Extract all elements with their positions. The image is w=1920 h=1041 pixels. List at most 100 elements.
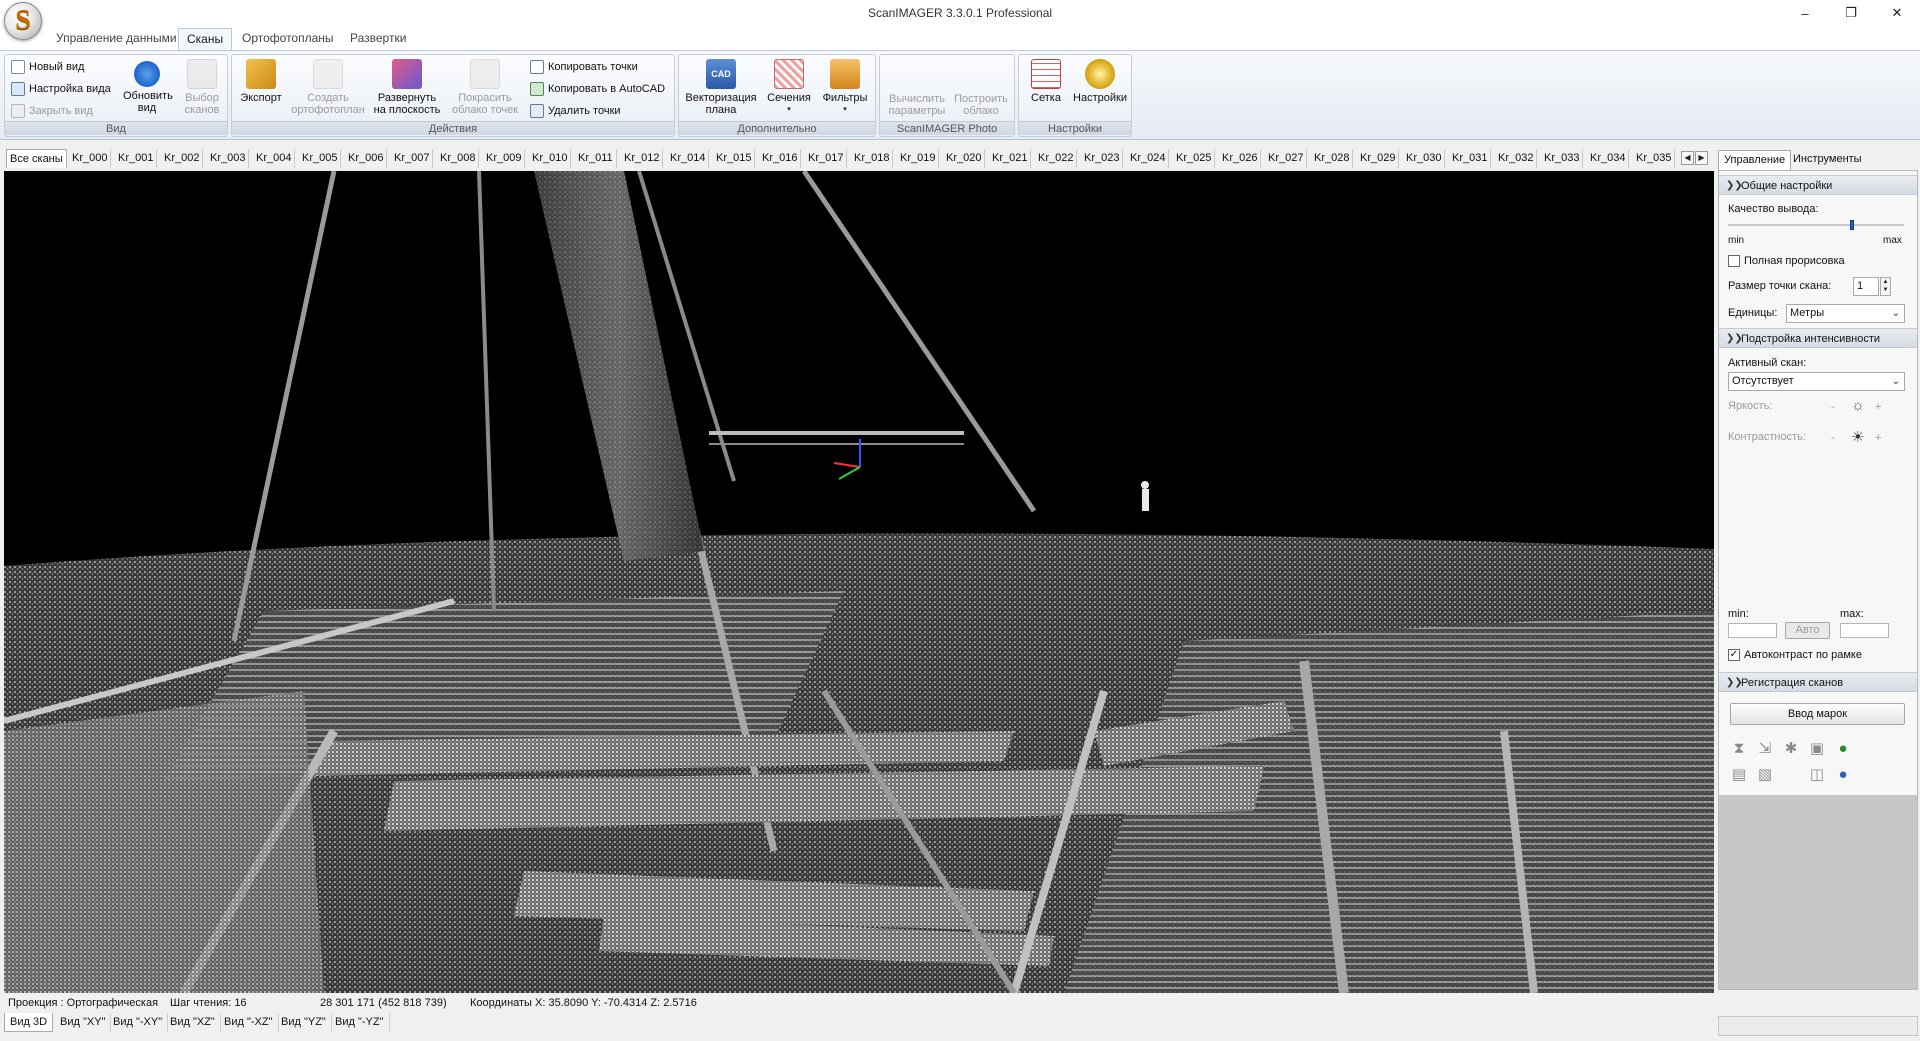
close-view-button[interactable]: Закрыть вид: [11, 101, 93, 121]
registration-tool-icon[interactable]: ▤: [1728, 763, 1750, 785]
scan-tab[interactable]: Kr_030: [1403, 149, 1446, 168]
scan-tab[interactable]: Kr_011: [575, 149, 617, 168]
scan-tab-all[interactable]: Все сканы: [6, 149, 67, 168]
brightness-plus[interactable]: +: [1875, 401, 1881, 413]
sections-button[interactable]: Сечения ▾: [763, 59, 815, 123]
scan-tab[interactable]: Kr_021: [989, 149, 1032, 168]
scan-tab[interactable]: Kr_019: [897, 149, 940, 168]
registration-tool-icon[interactable]: ⧗: [1728, 737, 1750, 759]
tab-orthophotos[interactable]: Ортофотопланы: [234, 28, 342, 50]
scan-tab[interactable]: Kr_006: [345, 149, 388, 168]
point-cloud-viewport[interactable]: [4, 171, 1714, 993]
scroll-right-icon[interactable]: ▶: [1695, 151, 1708, 165]
scan-tab[interactable]: Kr_029: [1357, 149, 1400, 168]
refresh-view-button[interactable]: Обновить вид: [121, 59, 173, 123]
tab-scans[interactable]: Сканы: [178, 28, 233, 50]
scan-tab[interactable]: Kr_018: [851, 149, 894, 168]
autocontrast-checkbox[interactable]: ✓ Автоконтраст по рамке: [1728, 649, 1862, 661]
color-cloud-button[interactable]: Покрасить облако точек: [446, 59, 524, 123]
tab-control[interactable]: Управление: [1718, 150, 1792, 170]
copy-autocad-button[interactable]: Копировать в AutoCAD: [530, 79, 665, 99]
save-icon[interactable]: ▣: [1806, 737, 1828, 759]
scan-tab[interactable]: Kr_002: [161, 149, 204, 168]
units-select[interactable]: Метры ⌄: [1786, 304, 1905, 323]
registration-tool-icon[interactable]: ◫: [1806, 763, 1828, 785]
scan-tab[interactable]: Kr_025: [1173, 149, 1216, 168]
registration-tool-icon[interactable]: ⇲: [1754, 737, 1776, 759]
tab-unfoldings[interactable]: Развертки: [342, 28, 414, 50]
registration-tool-icon[interactable]: ▧: [1754, 763, 1776, 785]
select-scans-button[interactable]: Выбор сканов: [177, 59, 227, 123]
close-button[interactable]: ✕: [1874, 0, 1920, 26]
scan-tab[interactable]: Kr_010: [529, 149, 572, 168]
delete-points-button[interactable]: Удалить точки: [530, 101, 621, 121]
scan-tab[interactable]: Kr_034: [1587, 149, 1630, 168]
contrast-plus[interactable]: +: [1875, 432, 1881, 444]
unfold-plane-button[interactable]: Развернуть на плоскость: [370, 59, 444, 123]
filters-button[interactable]: Фильтры ▾: [817, 59, 873, 123]
restore-button[interactable]: ❐: [1828, 0, 1874, 26]
scan-tab[interactable]: Kr_035: [1633, 149, 1676, 168]
scan-tab[interactable]: Kr_033: [1541, 149, 1584, 168]
view-tab-yz[interactable]: Вид "YZ": [276, 1013, 332, 1032]
minimize-button[interactable]: –: [1782, 0, 1828, 26]
scan-tab[interactable]: Kr_012: [621, 149, 664, 168]
app-logo-button[interactable]: S: [4, 2, 42, 40]
scan-tab[interactable]: Kr_027: [1265, 149, 1308, 168]
view-tab-neg-yz[interactable]: Вид "-YZ": [330, 1013, 390, 1032]
create-orthophoto-button[interactable]: Создать ортофотоплан: [288, 59, 368, 123]
auto-button[interactable]: Авто: [1785, 622, 1830, 639]
view-tab-3d[interactable]: Вид 3D: [4, 1013, 54, 1032]
scan-tab[interactable]: Kr_005: [299, 149, 342, 168]
tab-tools[interactable]: Инструменты: [1788, 150, 1867, 170]
scroll-left-icon[interactable]: ◀: [1681, 151, 1694, 165]
export-button[interactable]: Экспорт: [236, 59, 286, 123]
scan-tab[interactable]: Kr_031: [1449, 149, 1492, 168]
view-tab-xz[interactable]: Вид "XZ": [165, 1013, 221, 1032]
point-size-input[interactable]: 1: [1853, 277, 1879, 296]
active-scan-select[interactable]: Отсутствует ⌄: [1728, 372, 1905, 391]
intensity-max-input[interactable]: [1840, 623, 1889, 638]
scan-tab[interactable]: Kr_017: [805, 149, 848, 168]
point-size-spinner[interactable]: ▲ ▼: [1880, 277, 1891, 296]
brightness-minus[interactable]: -: [1831, 401, 1835, 413]
enter-marks-button[interactable]: Ввод марок: [1730, 703, 1905, 725]
quality-slider[interactable]: [1728, 219, 1904, 231]
scan-tab[interactable]: Kr_007: [391, 149, 434, 168]
view-tab-neg-xz[interactable]: Вид "-XZ": [219, 1013, 279, 1032]
scan-tab[interactable]: Kr_024: [1127, 149, 1170, 168]
scan-tab[interactable]: Kr_020: [943, 149, 986, 168]
scan-tab[interactable]: Kr_023: [1081, 149, 1124, 168]
quality-slider-thumb[interactable]: [1850, 220, 1854, 230]
globe-icon[interactable]: ●: [1832, 737, 1854, 759]
section-intensity[interactable]: ❯❯ Подстройка интенсивности: [1719, 328, 1917, 348]
new-view-button[interactable]: Новый вид: [11, 57, 84, 77]
scan-tab[interactable]: Kr_026: [1219, 149, 1262, 168]
tab-data-management[interactable]: Управление данными: [48, 28, 185, 50]
section-general-settings[interactable]: ❯❯ Общие настройки: [1719, 175, 1917, 195]
scan-tab[interactable]: Kr_014: [667, 149, 710, 168]
full-render-checkbox[interactable]: Полная прорисовка: [1728, 255, 1845, 267]
view-settings-button[interactable]: Настройка вида: [11, 79, 111, 99]
view-tab-xy[interactable]: Вид "XY": [55, 1013, 112, 1032]
scan-tab[interactable]: Kr_008: [437, 149, 480, 168]
globe-icon[interactable]: ●: [1832, 763, 1854, 785]
view-tab-neg-xy[interactable]: Вид "-XY": [108, 1013, 169, 1032]
scan-tab[interactable]: Kr_015: [713, 149, 756, 168]
scan-tab[interactable]: Kr_000: [69, 149, 112, 168]
vectorize-button[interactable]: CAD Векторизация плана: [683, 59, 759, 123]
intensity-min-input[interactable]: [1728, 623, 1777, 638]
section-registration[interactable]: ❯❯ Регистрация сканов: [1719, 672, 1917, 692]
copy-points-button[interactable]: Копировать точки: [530, 57, 638, 77]
scan-tab[interactable]: Kr_009: [483, 149, 526, 168]
scan-tab[interactable]: Kr_004: [253, 149, 296, 168]
registration-tool-icon[interactable]: ✱: [1780, 737, 1802, 759]
settings-button[interactable]: Настройки: [1071, 59, 1129, 123]
scan-tab[interactable]: Kr_022: [1035, 149, 1078, 168]
scan-tab[interactable]: Kr_032: [1495, 149, 1538, 168]
scan-tab[interactable]: Kr_001: [115, 149, 158, 168]
grid-button[interactable]: Сетка: [1023, 59, 1069, 123]
scan-tab[interactable]: Kr_003: [207, 149, 250, 168]
scan-tab[interactable]: Kr_028: [1311, 149, 1354, 168]
contrast-minus[interactable]: -: [1831, 432, 1835, 444]
